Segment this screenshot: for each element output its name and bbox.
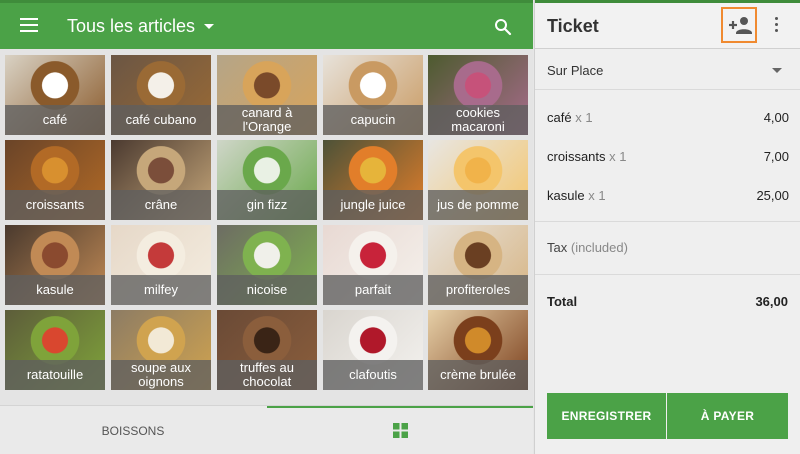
- line-item-name: kasule: [547, 188, 585, 203]
- divider: [535, 274, 800, 275]
- item-label: jungle juice: [323, 190, 423, 220]
- item-tile[interactable]: crème brulée: [428, 310, 528, 390]
- ticket-line[interactable]: kasule x 1 25,00: [547, 188, 789, 206]
- item-tile[interactable]: gin fizz: [217, 140, 317, 220]
- save-button[interactable]: ENREGISTRER: [547, 393, 666, 439]
- item-label: canard à l'Orange: [217, 105, 317, 135]
- item-tile[interactable]: crâne: [111, 140, 211, 220]
- item-tile[interactable]: jungle juice: [323, 140, 423, 220]
- item-tile[interactable]: truffes au chocolat: [217, 310, 317, 390]
- divider: [535, 221, 800, 222]
- item-tile[interactable]: cookies macaroni: [428, 55, 528, 135]
- menu-icon[interactable]: [20, 18, 38, 32]
- item-label: cookies macaroni: [428, 105, 528, 135]
- search-icon[interactable]: [494, 18, 512, 36]
- item-label: crème brulée: [428, 360, 528, 390]
- item-tile[interactable]: croissants: [5, 140, 105, 220]
- item-label: truffes au chocolat: [217, 360, 317, 390]
- line-item-price: 4,00: [763, 110, 789, 125]
- line-item-price: 7,00: [763, 149, 789, 164]
- item-label: jus de pomme: [428, 190, 528, 220]
- item-tile[interactable]: capucin: [323, 55, 423, 135]
- tab-all-items-grid[interactable]: [267, 406, 533, 454]
- dining-dropdown-icon[interactable]: [772, 68, 782, 73]
- item-tile[interactable]: nicoise: [217, 225, 317, 305]
- ticket-line[interactable]: croissants x 1 7,00: [547, 149, 789, 167]
- tab-drinks[interactable]: BOISSONS: [0, 406, 266, 454]
- item-label: milfey: [111, 275, 211, 305]
- item-label: parfait: [323, 275, 423, 305]
- item-label: gin fizz: [217, 190, 317, 220]
- item-label: soupe aux oignons: [111, 360, 211, 390]
- pay-button[interactable]: À PAYER: [667, 393, 788, 439]
- line-item-name: café: [547, 110, 572, 125]
- category-dropdown-icon[interactable]: [204, 24, 214, 29]
- line-item-qty: x 1: [575, 110, 593, 125]
- item-label: café: [5, 105, 105, 135]
- item-label: profiteroles: [428, 275, 528, 305]
- line-item-price: 25,00: [756, 188, 789, 203]
- total-label: Total: [547, 294, 578, 309]
- line-item-qty: x 1: [588, 188, 606, 203]
- item-tile[interactable]: kasule: [5, 225, 105, 305]
- ticket-panel: Ticket Sur Place café x 1 4,00 croissants …: [534, 0, 800, 454]
- item-label: crâne: [111, 190, 211, 220]
- add-customer-icon: [729, 17, 752, 34]
- tax-included-note: (included): [570, 240, 628, 255]
- item-label: café cubano: [111, 105, 211, 135]
- item-tile[interactable]: ratatouille: [5, 310, 105, 390]
- item-label: clafoutis: [323, 360, 423, 390]
- item-tile[interactable]: milfey: [111, 225, 211, 305]
- pos-app: Tous les articles café café cubano canard …: [0, 0, 800, 454]
- more-vert-icon[interactable]: [775, 17, 779, 33]
- grid-icon: [393, 423, 408, 438]
- bottom-tabs: BOISSONS: [0, 405, 533, 454]
- line-item-name: croissants: [547, 149, 606, 164]
- line-item-qty: x 1: [609, 149, 627, 164]
- item-label: ratatouille: [5, 360, 105, 390]
- item-tile[interactable]: café: [5, 55, 105, 135]
- item-tile[interactable]: profiteroles: [428, 225, 528, 305]
- ticket-header: Ticket: [535, 0, 800, 49]
- item-label: kasule: [5, 275, 105, 305]
- item-label: croissants: [5, 190, 105, 220]
- item-tile[interactable]: parfait: [323, 225, 423, 305]
- item-tile[interactable]: café cubano: [111, 55, 211, 135]
- divider: [535, 89, 800, 90]
- items-toolbar: Tous les articles: [0, 0, 533, 49]
- items-panel: Tous les articles café café cubano canard …: [0, 0, 533, 454]
- ticket-line[interactable]: café x 1 4,00: [547, 110, 789, 128]
- ticket-title: Ticket: [547, 16, 599, 36]
- item-label: nicoise: [217, 275, 317, 305]
- item-label: capucin: [323, 105, 423, 135]
- add-customer-button[interactable]: [721, 7, 757, 43]
- tax-label: Tax (included): [547, 240, 628, 255]
- item-tile[interactable]: jus de pomme: [428, 140, 528, 220]
- category-title[interactable]: Tous les articles: [67, 16, 195, 37]
- total-value: 36,00: [755, 294, 788, 309]
- item-tile[interactable]: soupe aux oignons: [111, 310, 211, 390]
- dining-option-select[interactable]: Sur Place: [547, 63, 603, 78]
- tax-name: Tax: [547, 240, 568, 255]
- item-tile[interactable]: canard à l'Orange: [217, 55, 317, 135]
- item-tile[interactable]: clafoutis: [323, 310, 423, 390]
